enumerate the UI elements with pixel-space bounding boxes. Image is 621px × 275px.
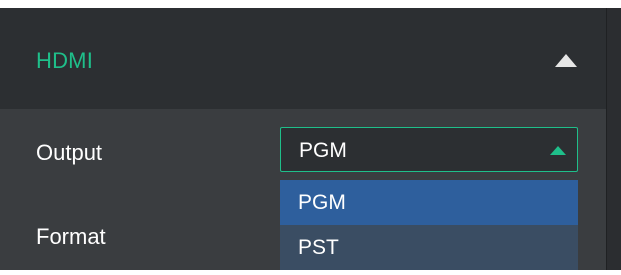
collapse-icon[interactable] — [555, 54, 577, 67]
hdmi-settings-panel: HDMI Output PGM Format PGM PST — [0, 8, 606, 270]
dropdown-option-pst[interactable]: PST — [280, 225, 578, 270]
output-select[interactable]: PGM — [280, 127, 578, 172]
dropdown-option-pgm[interactable]: PGM — [280, 180, 578, 225]
caret-up-icon — [550, 146, 566, 155]
output-dropdown-list: PGM PST — [280, 180, 578, 270]
output-label: Output — [36, 140, 103, 165]
output-select-value: PGM — [299, 139, 347, 162]
settings-frame: HDMI Output PGM Format PGM PST — [0, 0, 621, 275]
section-title: HDMI — [36, 48, 94, 73]
scrollbar-track[interactable] — [606, 8, 621, 270]
section-header[interactable]: HDMI — [0, 8, 606, 109]
format-label: Format — [36, 224, 106, 249]
